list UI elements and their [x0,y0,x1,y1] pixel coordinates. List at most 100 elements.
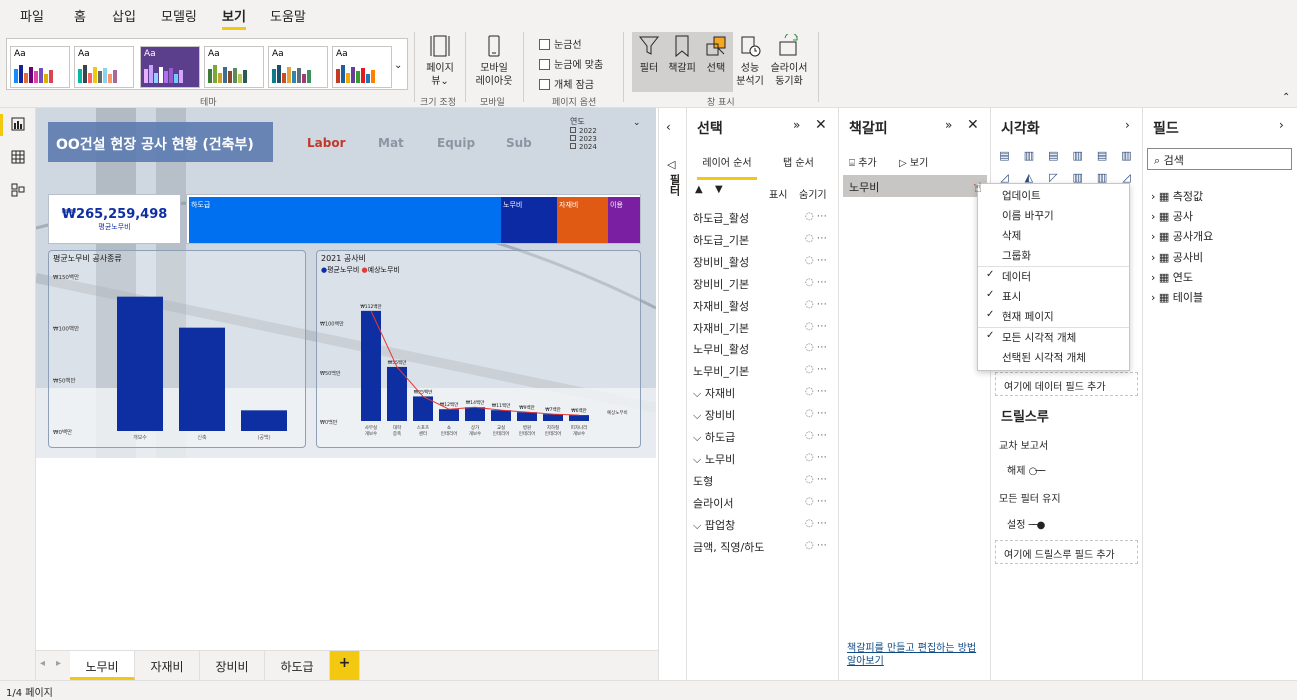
treemap-tile[interactable]: 자재비 [557,197,608,243]
field-table-item[interactable]: › ▦ 공사비 [1151,249,1203,265]
selection-layer-item[interactable]: ⌵ 하도급 [693,429,735,445]
selection-layer-item[interactable]: ⌵ 자재비 [693,385,735,401]
fields-search-input[interactable]: ⌕ 검색 [1147,148,1292,170]
theme-swatch-5[interactable]: Aa [268,46,328,88]
collapse-pane-icon[interactable]: › [1125,118,1130,132]
theme-swatch-3[interactable]: Aa [140,46,200,88]
model-view-icon[interactable] [11,183,25,197]
menu-modeling[interactable]: 모델링 [161,6,197,25]
add-drillthrough-field-well[interactable]: 여기에 드릴스루 필드 추가 [995,540,1138,564]
page-tab-equipment[interactable]: 장비비 [200,651,265,680]
selection-layer-item[interactable]: ⌵ 노무비 [693,451,735,467]
treemap-tile[interactable]: 하도급 [189,197,501,243]
slicer-chevron-icon[interactable]: ⌄ [633,118,641,128]
selection-layer-item[interactable]: 장비비_활성 [693,254,749,270]
menu-item-all-visuals[interactable]: ✓ 모든 시각적 개체 [978,328,1129,348]
selection-layer-item[interactable]: 도형 [693,473,713,489]
filter-pane-button[interactable]: 필터 [634,34,664,75]
move-up-icon[interactable]: ▲ [695,184,703,195]
menu-file[interactable]: 파일 [20,6,44,25]
collapse-pane-icon[interactable]: › [1279,118,1284,132]
field-table-item[interactable]: › ▦ 공사개요 [1151,228,1213,244]
theme-swatch-4[interactable]: Aa [204,46,264,88]
chart-avg-labor-by-type[interactable]: 평균노무비 공사종류 ₩150백만 ₩100백만 ₩50백만 ₩0백만 개보수 신축 (공백… [48,250,306,448]
show-all-button[interactable]: 표시 [769,186,787,201]
treemap[interactable]: 하도급 노무비 자재비 이용 [186,194,641,244]
lock-objects-checkbox[interactable]: 개체 잠금 [539,76,594,91]
bookmark-pane-button[interactable]: 책갈피 [666,34,698,75]
nav-sub-button[interactable]: Sub [506,136,532,150]
visual-type-icon[interactable]: ▤ [1095,149,1110,163]
selection-layer-item[interactable]: 슬라이서 [693,495,733,511]
report-page[interactable]: OO건설 현장 공사 현황 (건축부) Labor Mat Equip Sub … [36,108,656,458]
visibility-eye-icon[interactable]: ◌ ⋯ [805,211,827,222]
bookmark-item[interactable]: 노무비 ⋯ [843,175,987,197]
visibility-eye-icon[interactable]: ◌ ⋯ [805,474,827,485]
mobile-layout-button[interactable]: 모바일 레이아웃 [470,34,518,88]
chevron-down-icon[interactable]: ⌄ [394,60,402,71]
hide-all-button[interactable]: 숨기기 [799,186,827,201]
chevron-down-icon[interactable]: ⌵ [693,431,705,444]
close-icon[interactable]: ✕ [815,117,827,133]
visual-type-icon[interactable]: ▤ [1046,149,1061,163]
visibility-eye-icon[interactable]: ◌ ⋯ [805,364,827,375]
selection-layer-item[interactable]: 자재비_활성 [693,298,749,314]
chart-2021-cost[interactable]: 2021 공사비 ●평균노무비 ●예상노무비 ₩100백만 ₩50백만 ₩0백만 ₩1… [316,250,641,448]
menu-view[interactable]: 보기 [222,6,246,30]
menu-insert[interactable]: 삽입 [112,6,136,25]
treemap-tile[interactable]: 노무비 [501,197,557,243]
chevron-down-icon[interactable]: ⌵ [693,409,705,422]
visibility-eye-icon[interactable]: ◌ ⋯ [805,299,827,310]
bookmark-help-link[interactable]: 책갈피를 만들고 편집하는 방법 알아보기 [847,642,983,668]
visibility-eye-icon[interactable]: ◌ ⋯ [805,321,827,332]
visual-type-icon[interactable]: ▤ [997,149,1012,163]
visibility-eye-icon[interactable]: ◌ ⋯ [805,255,827,266]
selection-layer-item[interactable]: ⌵ 장비비 [693,407,735,423]
sync-slicers-button[interactable]: 슬라이서 동기화 [766,32,812,88]
visibility-eye-icon[interactable]: ◌ ⋯ [805,430,827,441]
add-bookmark-button[interactable]: ⌸ 추가 [849,154,877,169]
menu-home[interactable]: 홈 [74,6,86,25]
selection-pane-button[interactable]: 선택 [700,34,732,75]
visual-type-icon[interactable]: ▥ [1119,149,1134,163]
chevron-down-icon[interactable]: ⌵ [693,519,705,532]
selection-layer-item[interactable]: 금액, 직영/하도 [693,539,764,555]
close-icon[interactable]: ✕ [967,117,979,133]
page-tab-material[interactable]: 자재비 [135,651,200,680]
filter-strip[interactable]: ‹ ◁ 필터 [658,108,686,680]
visibility-eye-icon[interactable]: ◌ ⋯ [805,496,827,507]
visibility-eye-icon[interactable]: ◌ ⋯ [805,452,827,463]
performance-analyzer-button[interactable]: 성능 분석기 [734,34,766,88]
cross-report-toggle[interactable]: 해제 ○── [1007,462,1045,477]
report-view-icon[interactable] [11,117,25,131]
visibility-eye-icon[interactable]: ◌ ⋯ [805,277,827,288]
chevron-down-icon[interactable]: ⌵ [693,453,705,466]
menu-item-update[interactable]: 업데이트 [978,186,1129,206]
kpi-card[interactable]: ₩265,259,498 평균노무비 [48,194,181,244]
next-page-icon[interactable]: ▸ [56,658,61,669]
field-table-item[interactable]: › ▦ 측정값 [1151,188,1203,204]
menu-item-rename[interactable]: 이름 바꾸기 [978,206,1129,226]
visibility-eye-icon[interactable]: ◌ ⋯ [805,518,827,529]
visual-type-icon[interactable]: ▥ [1021,149,1036,163]
tab-layer-order[interactable]: 레이어 순서 [697,154,757,180]
menu-item-display[interactable]: ✓ 표시 [978,287,1129,307]
menu-help[interactable]: 도움말 [270,6,306,25]
selection-layer-item[interactable]: 하도급_기본 [693,232,749,248]
field-table-item[interactable]: › ▦ 테이블 [1151,289,1203,305]
move-down-icon[interactable]: ▼ [715,184,723,195]
nav-mat-button[interactable]: Mat [378,136,404,150]
nav-equip-button[interactable]: Equip [437,136,475,150]
theme-swatch-6[interactable]: Aa [332,46,392,88]
page-tab-subcontract[interactable]: 하도급 [265,651,330,680]
selection-layer-item[interactable]: 하도급_활성 [693,210,749,226]
page-view-button[interactable]: 페이지 뷰⌄ [420,34,460,88]
visibility-eye-icon[interactable]: ◌ ⋯ [805,540,827,551]
visual-type-icon[interactable]: ▥ [1070,149,1085,163]
field-table-item[interactable]: › ▦ 공사 [1151,208,1193,224]
field-table-item[interactable]: › ▦ 연도 [1151,269,1193,285]
keep-filters-toggle[interactable]: 설정 ──● [1007,516,1045,531]
nav-labor-button[interactable]: Labor [307,136,346,150]
view-bookmarks-button[interactable]: ▷ 보기 [899,154,928,169]
snap-checkbox[interactable]: 눈금에 맞춤 [539,56,603,71]
